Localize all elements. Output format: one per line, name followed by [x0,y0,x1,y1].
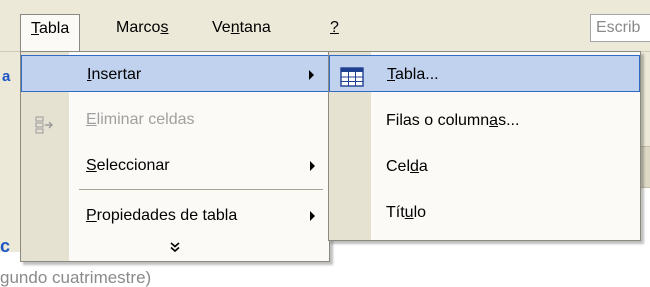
menu-item-eliminar-celdas[interactable]: Eliminar celdas [21,101,329,138]
doc-fragment-a: a [2,68,11,85]
submenu-arrow-icon [310,211,315,221]
menu-separator [79,189,323,190]
submenu-item-tabla-label: Tabla... [387,66,439,83]
search-input[interactable]: Escrib [590,14,650,42]
doc-fragment-c: c [0,236,11,256]
menu-marcos-label: Marcos [116,19,169,36]
insertar-submenu: Tabla... Filas o columnas... Celda Títul… [328,51,641,241]
menu-help-label: ? [330,19,339,36]
submenu-arrow-icon [309,70,314,80]
menu-ventana[interactable]: Ventana [204,14,279,42]
menu-item-propiedades-tabla[interactable]: Propiedades de tabla [21,197,329,234]
submenu-item-filas-columnas[interactable]: Filas o columnas... [329,102,640,139]
menu-item-insertar-label: Insertar [87,66,142,83]
menu-tabla-label: Tabla [31,20,70,37]
submenu-item-tabla[interactable]: Tabla... [329,55,640,92]
menu-tabla[interactable]: Tabla [20,14,81,52]
document-text: gundo cuatrimestre) [0,268,152,287]
submenu-item-titulo-label: Título [386,204,427,221]
submenu-item-filas-columnas-label: Filas o columnas... [386,112,520,129]
menu-item-seleccionar-label: Seleccionar [86,157,170,174]
tabla-menu: Insertar Eliminar celdas Seleccionar Pro… [20,51,330,262]
insert-table-icon [340,64,364,87]
submenu-item-celda-label: Celda [386,158,428,175]
menu-item-insertar[interactable]: Insertar [21,55,329,92]
menu-ventana-label: Ventana [212,19,271,36]
menu-item-seleccionar[interactable]: Seleccionar [21,147,329,184]
submenu-item-celda[interactable]: Celda [329,148,640,185]
left-ruler [0,58,22,252]
delete-cells-icon [35,111,55,134]
menu-item-propiedades-tabla-label: Propiedades de tabla [86,207,238,224]
submenu-arrow-icon [310,161,315,171]
double-chevron-down-icon[interactable] [21,238,329,260]
menu-item-eliminar-celdas-label: Eliminar celdas [86,111,195,128]
menu-help[interactable]: ? [322,14,347,42]
menu-marcos[interactable]: Marcos [108,14,176,42]
submenu-item-titulo[interactable]: Título [329,194,640,231]
